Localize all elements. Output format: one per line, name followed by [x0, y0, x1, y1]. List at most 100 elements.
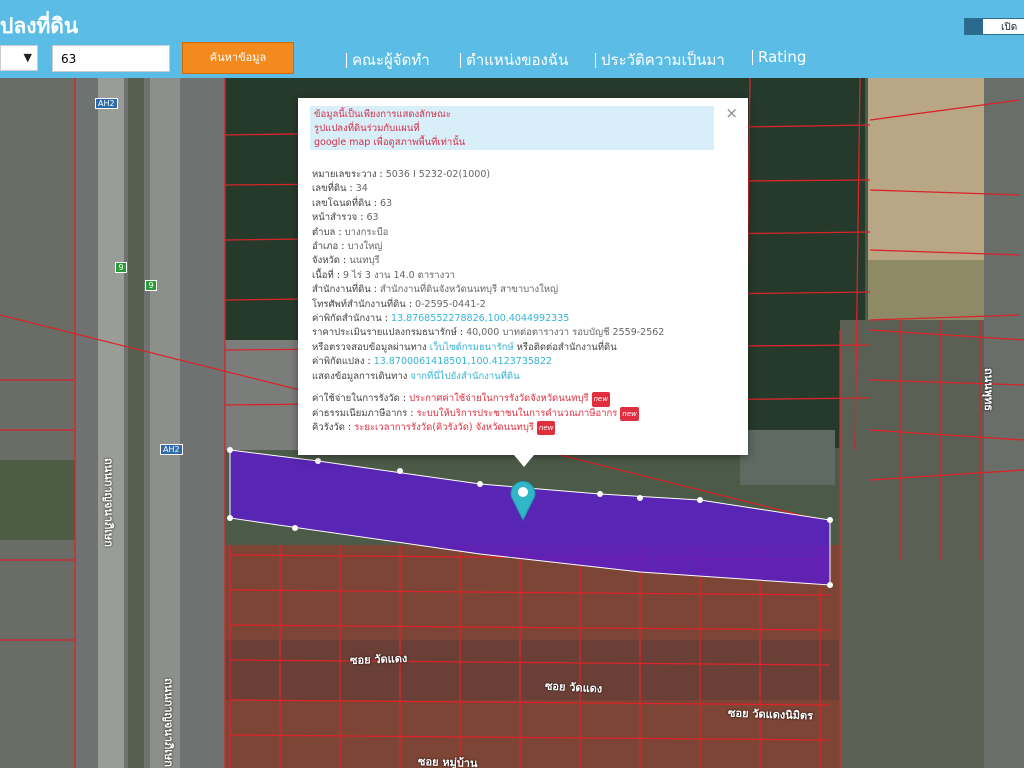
- nav-item-label: ตำแหน่งของฉัน: [466, 51, 569, 69]
- nav-item-label: ประวัติความเป็นมา: [601, 51, 725, 69]
- row-land-no: เลขที่ดิน : 34: [312, 183, 368, 195]
- field-value: สำนักงานที่ดินจังหวัดนนทบุรี สาขาบางใหญ่: [380, 284, 559, 296]
- row-province: จังหวัด : นนทบุรี: [312, 255, 380, 267]
- disclaimer-line: ข้อมูลนี้เป็นเพียงการแสดงลักษณะ: [314, 109, 451, 120]
- parcel-info-popup: × ข้อมูลนี้เป็นเพียงการแสดงลักษณะ รูปแปล…: [298, 98, 748, 467]
- new-badge: new: [591, 392, 611, 407]
- field-label: อำเภอ: [312, 241, 339, 253]
- trees-left: [0, 460, 75, 540]
- row-office-phone: โทรศัพท์สำนักงานที่ดิน : 0-2595-0441-2: [312, 298, 486, 310]
- field-label: เลขที่ดิน: [312, 183, 347, 195]
- field-label: เนื้อที่: [312, 269, 334, 281]
- row-route: แสดงข้อมูลการเดินทาง จากที่นี่ไปยังสำนัก…: [312, 370, 732, 384]
- province-select[interactable]: ▼: [0, 45, 38, 71]
- field-value: 40,000 บาทต่อตารางวา รอบบัญชี 2559-2562: [466, 327, 665, 339]
- route-link[interactable]: จากที่นี่ไปยังสำนักงานที่ดิน: [410, 371, 519, 382]
- row-survey-page: หน้าสำรวจ : 63: [312, 212, 379, 224]
- row-appraisal: ราคาประเมินรายแปลงกรมธนารักษ์ : 40,000 บ…: [312, 327, 665, 339]
- search-button[interactable]: ค้นหาข้อมูล: [182, 42, 294, 74]
- road-label: ซอย วัดแดง: [349, 652, 408, 667]
- row-survey-queue: คิวรังวัด : ระยะเวลาการรังวัด(คิวรังวัด)…: [312, 420, 732, 436]
- housing-estate-row: [225, 640, 840, 700]
- highway-median: [128, 78, 144, 768]
- building-roof: [740, 430, 835, 485]
- nav-separator: [346, 53, 347, 68]
- field-value: 34: [355, 183, 368, 195]
- field-value: 63: [379, 197, 393, 209]
- highway-lanes: [98, 78, 124, 768]
- language-toggle[interactable]: เปิด: [964, 18, 1024, 35]
- row-subdistrict: ตำบล : บางกระบือ: [312, 226, 389, 238]
- survey-queue-link[interactable]: ระยะเวลาการรังวัด(คิวรังวัด) จังหวัดนนทบ…: [354, 422, 534, 433]
- field-label: โทรศัพท์สำนักงานที่ดิน: [312, 298, 406, 310]
- row-district: อำเภอ : บางใหญ่: [312, 241, 383, 253]
- field-label: หมายเลขระวาง: [312, 169, 377, 180]
- row-check-website: หรือตรวจสอบข้อมูลผ่านทาง เว็บไซต์กรมธนาร…: [312, 341, 732, 355]
- nav-separator: [752, 50, 753, 65]
- parcel-coords-link[interactable]: 13.8700061418501,100.4123735822: [374, 356, 552, 367]
- nav-item-team[interactable]: คณะผู้จัดทำ: [346, 48, 430, 72]
- highway-shield: AH2: [95, 98, 118, 109]
- road-label: ซอย หมู่บ้าน: [417, 754, 478, 768]
- field-label: เลขโฉนดที่ดิน: [312, 197, 371, 209]
- field-value: 9 ไร่ 3 งาน 14.0 ตารางวา: [342, 269, 455, 281]
- field-label: ค่าใช้จ่ายในการรังวัด: [312, 393, 400, 405]
- new-badge: new: [537, 420, 556, 436]
- field-label: จังหวัด: [312, 255, 340, 267]
- road-sign: 9: [145, 280, 157, 291]
- chevron-down-icon: ▼: [23, 51, 32, 64]
- residential-area-far-right: [984, 78, 1024, 768]
- deed-number-input[interactable]: [52, 45, 170, 72]
- field-label: ค่าธรรมเนียมภาษีอากร: [312, 407, 408, 419]
- nav-item-my-location[interactable]: ตำแหน่งของฉัน: [460, 48, 568, 72]
- toggle-knob[interactable]: [965, 19, 983, 34]
- field-label: สำนักงานที่ดิน: [312, 284, 371, 296]
- popup-tail: [514, 455, 534, 467]
- header-bar: ปลงที่ดิน เปิด ▼ ค้นหาข้อมูล คณะผู้จัดทำ…: [0, 0, 1024, 78]
- field-label: หรือติดต่อสำนักงานที่ดิน: [516, 341, 617, 353]
- field-value: บางกระบือ: [344, 226, 389, 238]
- road-label: ซอย วัดแดง: [544, 679, 603, 696]
- field-label: แสดงข้อมูลการเดินทาง: [312, 370, 408, 382]
- road-label: ซอย วัดแดงนิมิตร: [727, 706, 814, 723]
- survey-cost-link[interactable]: ประกาศค่าใช้จ่ายในการรังวัดจังหวัดนนทบุร…: [409, 393, 589, 404]
- close-icon[interactable]: ×: [725, 104, 738, 122]
- field-label: หรือตรวจสอบข้อมูลผ่านทาง: [312, 341, 427, 353]
- nav-item-label: Rating: [758, 48, 807, 66]
- urban-area-left: [0, 78, 75, 768]
- road-label: ถนนกาญจนาภิเษก: [102, 458, 115, 547]
- row-tax-fee: ค่าธรรมเนียมภาษีอากร : ระบบให้บริการประช…: [312, 406, 732, 421]
- road-sign: 9: [115, 262, 127, 273]
- row-office-coords: ค่าพิกัดสำนักงาน : 13.8768552278826,100.…: [312, 313, 570, 325]
- row-deed-no: เลขโฉนดที่ดิน : 63: [312, 197, 393, 209]
- nav-item-history[interactable]: ประวัติความเป็นมา: [595, 48, 725, 72]
- field-value: นนทบุรี: [349, 255, 380, 267]
- tax-fee-link[interactable]: ระบบให้บริการประชาชนในการคำนวณภาษีอากร: [417, 408, 618, 419]
- office-coords-link[interactable]: 13.8768552278826,100.4044992335: [391, 313, 569, 324]
- field-label: ค่าพิกัดแปลง: [312, 356, 365, 368]
- field-value: 63: [366, 212, 379, 224]
- row-parcel-coords: ค่าพิกัดแปลง : 13.8700061418501,100.4123…: [312, 356, 553, 368]
- field-value: บางใหญ่: [347, 241, 383, 253]
- nav-item-rating[interactable]: Rating: [752, 48, 806, 66]
- row-area: เนื้อที่ : 9 ไร่ 3 งาน 14.0 ตารางวา: [312, 269, 455, 281]
- road-label: ถนนกาญจนาภิเษก: [162, 678, 175, 767]
- disclaimer-line: google map เพื่อดูสภาพพื้นที่เท่านั้น: [314, 137, 466, 148]
- nav-separator: [595, 53, 596, 68]
- disclaimer-line: รูปแปลงที่ดินร่วมกับแผนที่: [314, 123, 420, 134]
- field-label: ตำบล: [312, 226, 336, 238]
- row-land-office: สำนักงานที่ดิน : สำนักงานที่ดินจังหวัดนน…: [312, 284, 559, 296]
- disclaimer-box: ข้อมูลนี้เป็นเพียงการแสดงลักษณะ รูปแปลงท…: [310, 106, 714, 150]
- toggle-label: เปิด: [1001, 22, 1018, 33]
- row-map-sheet: หมายเลขระวาง : 5036 I 5232-02(1000): [312, 169, 491, 180]
- parcel-details: หมายเลขระวาง : 5036 I 5232-02(1000) เลขท…: [312, 168, 732, 436]
- field-label: คิวรังวัด: [312, 421, 345, 433]
- field-label: ค่าพิกัดสำนักงาน: [312, 313, 382, 325]
- treasury-website-link[interactable]: เว็บไซต์กรมธนารักษ์: [430, 342, 514, 353]
- highway-lanes: [150, 78, 180, 768]
- field-value: 5036 I 5232-02(1000): [385, 169, 491, 180]
- new-badge: new: [620, 406, 639, 421]
- nav-item-label: คณะผู้จัดทำ: [352, 51, 430, 69]
- row-survey-cost: ค่าใช้จ่ายในการรังวัด : ประกาศค่าใช้จ่าย…: [312, 392, 732, 407]
